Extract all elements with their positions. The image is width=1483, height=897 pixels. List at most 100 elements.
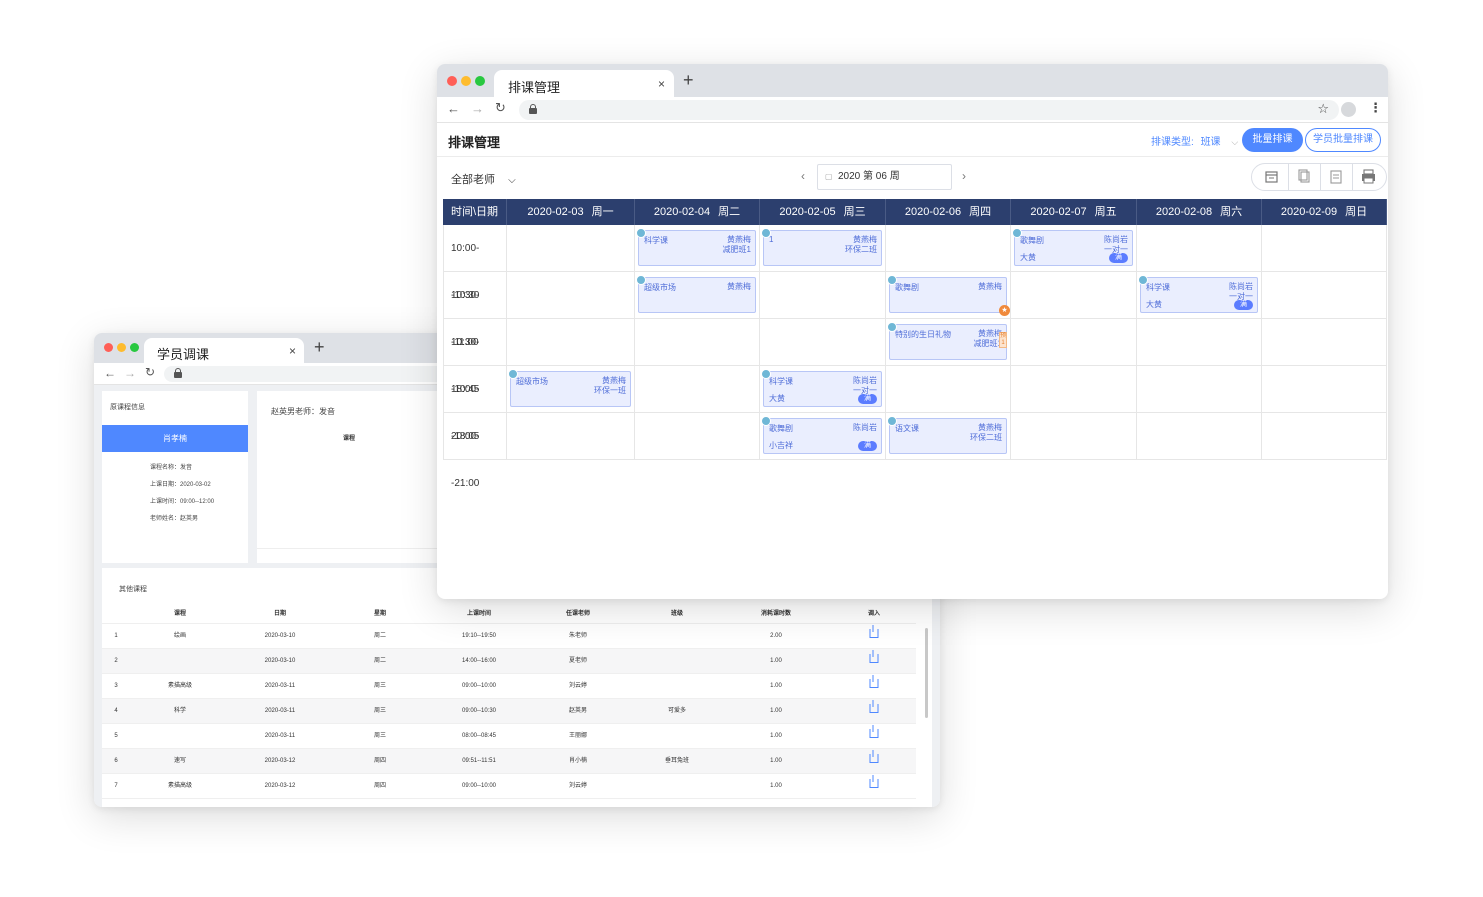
table-row: 7 素描高级 2020-03-12 周四 09:00--10:00 刘云婷 1.00 (102, 774, 916, 799)
schedule-cell[interactable] (507, 272, 635, 319)
teacher-filter-value: 全部老师 (451, 174, 495, 186)
transfer-in-button[interactable] (869, 749, 879, 774)
schedule-cell[interactable] (507, 225, 635, 272)
schedule-cell[interactable]: 科学课 陈尚岩 一对一 大黄 满 (760, 366, 886, 413)
schedule-cell[interactable] (1262, 413, 1387, 460)
course-event[interactable]: 语文课 黄燕梅 环保二班 (887, 416, 1007, 454)
schedule-cell[interactable] (1011, 413, 1137, 460)
schedule-cell[interactable] (1011, 319, 1137, 366)
schedule-cell[interactable] (1011, 366, 1137, 413)
next-week-icon[interactable]: › (962, 169, 966, 183)
schedule-cell[interactable]: 科学课 黄燕梅 减肥班1 (635, 225, 760, 272)
bookmark-star-icon[interactable]: ☆ (1317, 101, 1329, 117)
schedule-cell[interactable] (1137, 366, 1262, 413)
reload-icon[interactable]: ↻ (495, 100, 506, 116)
week-picker[interactable]: ▢ 2020 第 06 周 (817, 164, 952, 190)
browser-tab[interactable]: 学员调课 × (144, 338, 304, 363)
maximize-window-dot[interactable] (475, 76, 485, 86)
course-event[interactable]: 超级市场 黄燕梅 环保一班 (508, 369, 631, 407)
prev-week-icon[interactable]: ‹ (801, 169, 805, 183)
minimize-window-dot[interactable] (117, 343, 126, 352)
schedule-cell[interactable] (1262, 225, 1387, 272)
menu-dots-icon[interactable]: ⋮ (1369, 100, 1382, 116)
schedule-cell[interactable] (635, 319, 760, 366)
schedule-type-select[interactable]: 排课类型: 班课 ⌵ (1151, 133, 1238, 148)
column-header: 班级 (670, 611, 684, 617)
course-event[interactable]: 科学课 陈尚岩 一对一 大黄 满 (761, 369, 882, 407)
schedule-cell[interactable]: 歌舞剧 陈尚岩 小吉祥 满 (760, 413, 886, 460)
course-event[interactable]: 歌舞剧 陈尚岩 一对一 大黄 满 (1012, 228, 1133, 266)
schedule-cell[interactable] (760, 319, 886, 366)
browser-tab[interactable]: 排课管理 × (494, 70, 674, 97)
schedule-cell[interactable]: 1 黄燕梅 环保二班 (760, 225, 886, 272)
tab-close-icon[interactable]: × (658, 77, 665, 91)
scrollbar[interactable] (925, 628, 928, 718)
course-event[interactable]: 超级市场 黄燕梅 (636, 275, 756, 313)
transfer-in-button[interactable] (869, 624, 879, 649)
schedule-cell[interactable] (1137, 319, 1262, 366)
course-event[interactable]: 歌舞剧 陈尚岩 小吉祥 满 (761, 416, 882, 454)
schedule-cell[interactable] (760, 272, 886, 319)
schedule-cell[interactable] (886, 366, 1011, 413)
column-header: 星期 (373, 611, 387, 617)
reload-icon[interactable]: ↻ (145, 365, 155, 379)
schedule-cell[interactable] (1262, 366, 1387, 413)
cell-teacher: 朱老师 (568, 633, 588, 639)
profile-avatar-icon[interactable] (1341, 102, 1356, 117)
schedule-cell[interactable]: 超级市场 黄燕梅 (635, 272, 760, 319)
event-course-name: 科学课 (644, 236, 668, 245)
schedule-cell[interactable] (635, 366, 760, 413)
batch-schedule-button[interactable]: 批量排课 (1242, 128, 1303, 152)
copy-button[interactable] (1288, 164, 1319, 190)
event-teacher-class: 黄燕梅 (978, 282, 1002, 292)
new-tab-icon[interactable]: + (683, 70, 694, 91)
print-button[interactable] (1352, 164, 1383, 190)
clipboard-button[interactable] (1320, 164, 1351, 190)
student-batch-schedule-button[interactable]: 学员批量排课 (1305, 128, 1381, 152)
event-class: 环保二班 (845, 245, 877, 254)
transfer-in-button[interactable] (869, 774, 879, 799)
transfer-in-button[interactable] (869, 649, 879, 674)
cell-class: 垂耳兔班 (664, 758, 690, 764)
course-event[interactable]: 歌舞剧 黄燕梅 ★ (887, 275, 1010, 316)
schedule-cell[interactable] (635, 413, 760, 460)
schedule-cell[interactable] (886, 225, 1011, 272)
course-event[interactable]: 科学课 黄燕梅 减肥班1 (636, 228, 756, 266)
chevron-down-icon: ⌵ (508, 175, 516, 186)
forward-arrow-icon[interactable]: → (124, 366, 136, 380)
schedule-cell[interactable]: 歌舞剧 黄燕梅 ★ (886, 272, 1011, 319)
close-window-dot[interactable] (447, 76, 457, 86)
schedule-cell[interactable] (1137, 413, 1262, 460)
schedule-cell[interactable] (507, 319, 635, 366)
new-tab-icon[interactable]: + (314, 337, 325, 358)
maximize-window-dot[interactable] (130, 343, 139, 352)
calendar-edit-button[interactable] (1256, 164, 1287, 190)
transfer-in-button[interactable] (869, 724, 879, 749)
schedule-cell[interactable]: 歌舞剧 陈尚岩 一对一 大黄 满 (1011, 225, 1137, 272)
back-arrow-icon[interactable]: ← (447, 101, 460, 116)
schedule-cell[interactable]: 科学课 陈尚岩 一对一 大黄 满 (1137, 272, 1262, 319)
schedule-cell[interactable] (1137, 225, 1262, 272)
forward-arrow-icon[interactable]: → (471, 101, 484, 116)
teacher-name-field: 老师姓名：赵英男 (150, 516, 199, 522)
tab-close-icon[interactable]: × (289, 344, 296, 358)
schedule-cell[interactable] (507, 413, 635, 460)
course-event[interactable]: 1 黄燕梅 环保二班 (761, 228, 882, 266)
minimize-window-dot[interactable] (461, 76, 471, 86)
teacher-filter-select[interactable]: 全部老师 ⌵ (451, 171, 516, 187)
schedule-cell[interactable] (1262, 319, 1387, 366)
address-bar[interactable]: ☆ (519, 100, 1339, 120)
schedule-cell[interactable] (1011, 272, 1137, 319)
close-window-dot[interactable] (104, 343, 113, 352)
schedule-cell[interactable]: 超级市场 黄燕梅 环保一班 (507, 366, 635, 413)
back-arrow-icon[interactable]: ← (104, 366, 116, 380)
course-event[interactable]: 特别的生日礼物 黄燕梅 减肥班1 预1 (887, 322, 1007, 360)
clipboard-icon (1330, 170, 1342, 184)
cell-course: 科学 (173, 708, 187, 714)
course-event[interactable]: 科学课 陈尚岩 一对一 大黄 满 (1138, 275, 1258, 313)
transfer-in-button[interactable] (869, 674, 879, 699)
schedule-cell[interactable]: 语文课 黄燕梅 环保二班 (886, 413, 1011, 460)
schedule-cell[interactable]: 特别的生日礼物 黄燕梅 减肥班1 预1 (886, 319, 1011, 366)
transfer-in-button[interactable] (869, 699, 879, 724)
schedule-cell[interactable] (1262, 272, 1387, 319)
